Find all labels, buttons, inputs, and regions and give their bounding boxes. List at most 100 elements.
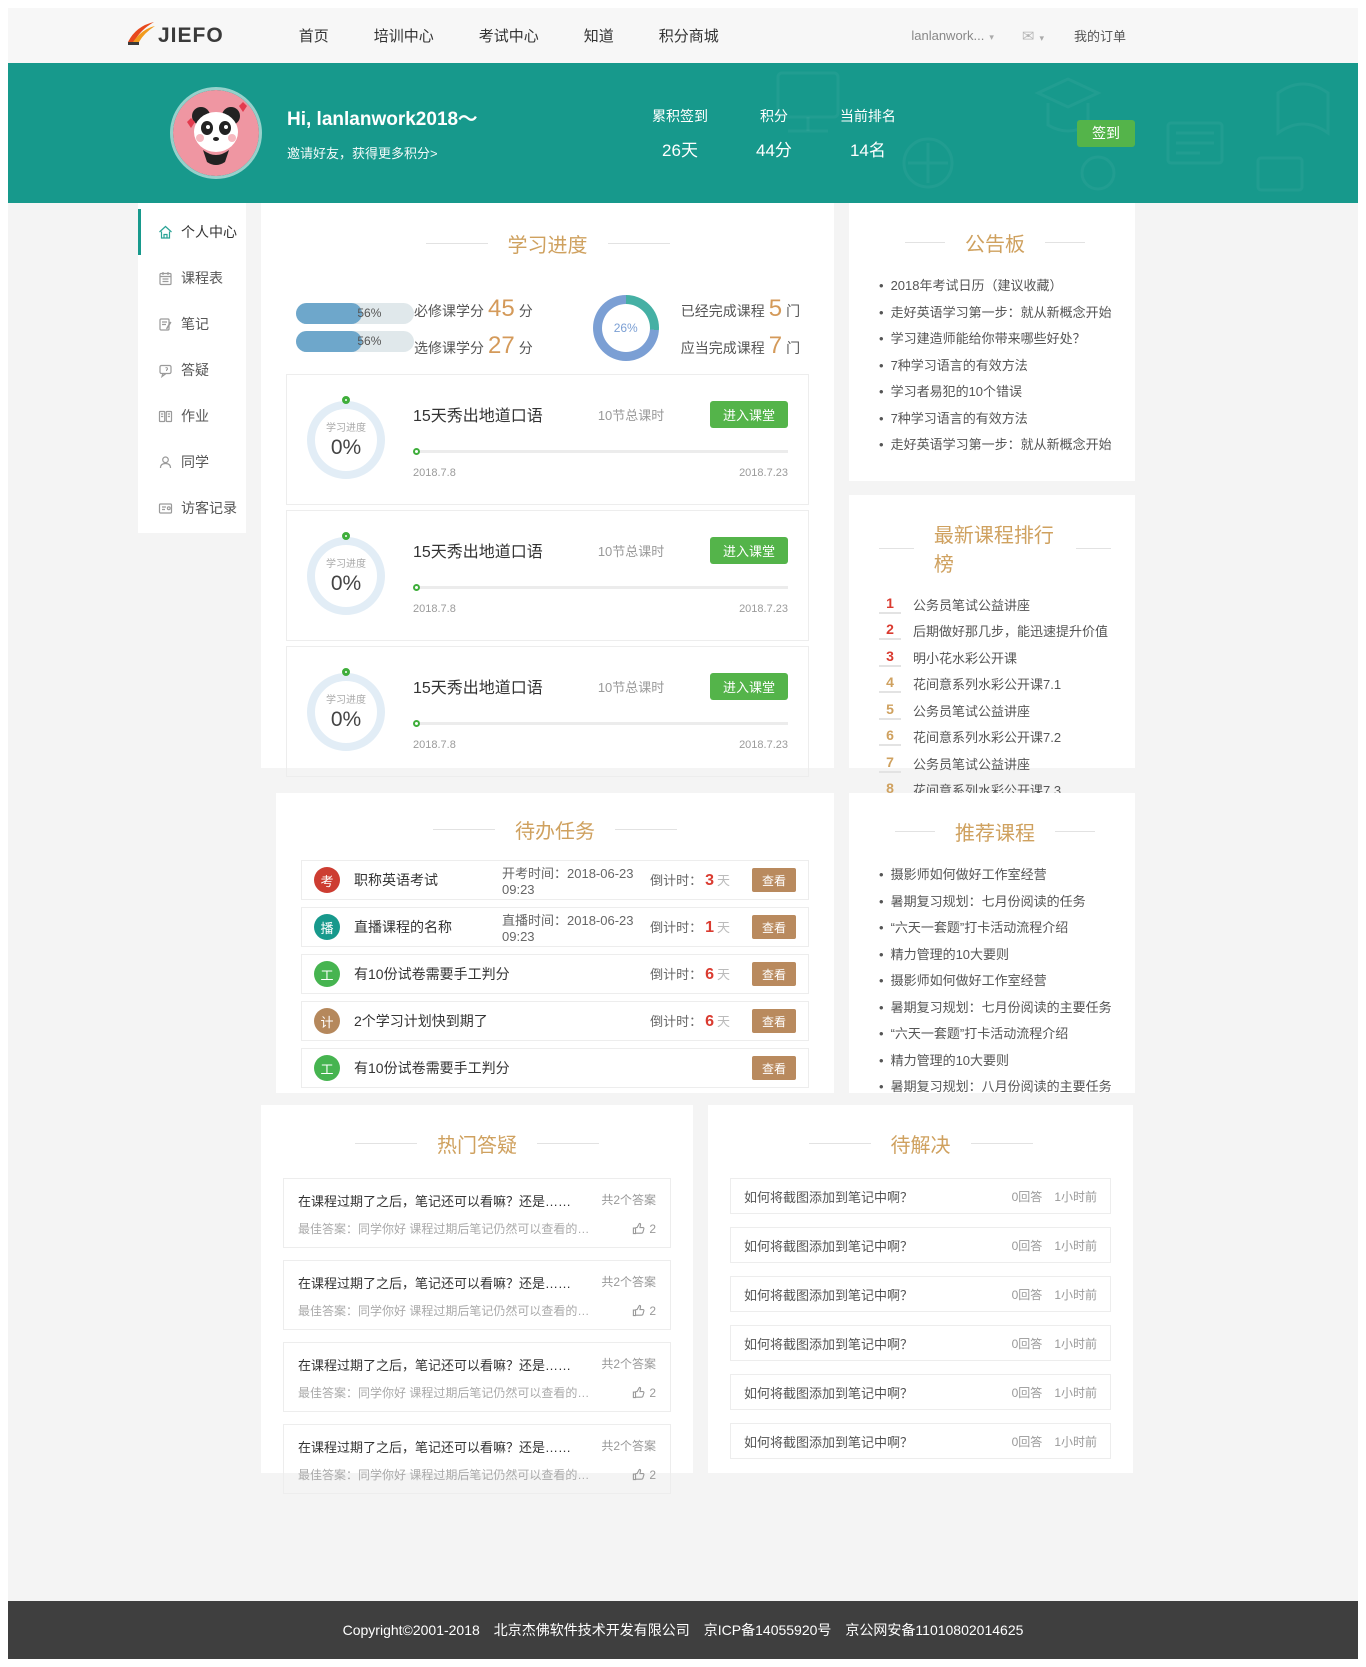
course-end-date: 2018.7.23 [739, 603, 788, 615]
recommended-item[interactable]: “六天一套题”打卡活动流程介绍 [879, 1021, 1111, 1048]
avatar[interactable] [173, 90, 259, 176]
nav-zhidao[interactable]: 知道 [584, 25, 614, 46]
view-button[interactable]: 查看 [752, 1009, 796, 1033]
section-title-announcements: 公告板 [879, 228, 1111, 257]
recommended-item[interactable]: “六天一套题”打卡活动流程介绍 [879, 915, 1111, 942]
countdown: 倒计时：6天 [650, 1011, 730, 1031]
pending-question[interactable]: 如何将截图添加到笔记中啊？ [744, 1187, 913, 1206]
section-title-recommended: 推荐课程 [879, 817, 1111, 846]
pending-question[interactable]: 如何将截图添加到笔记中啊？ [744, 1285, 913, 1304]
nav-points-mall[interactable]: 积分商城 [659, 25, 719, 46]
nav-exam-center[interactable]: 考试中心 [479, 25, 539, 46]
recommended-courses-section: 推荐课程 摄影师如何做好工作室经营 暑期复习规划：七月份阅读的任务 “六天一套题… [849, 793, 1135, 1093]
sidebar-item-notes[interactable]: 笔记 [138, 301, 246, 347]
sidebar-item-label: 作业 [181, 406, 209, 426]
main-nav: 首页 培训中心 考试中心 知道 积分商城 [299, 25, 764, 46]
course-title[interactable]: 15天秀出地道口语 [413, 538, 543, 562]
todo-row-plan: 计 2个学习计划快到期了 倒计时：6天 查看 [301, 1001, 809, 1041]
course-start-date: 2018.7.8 [413, 467, 456, 479]
pending-question[interactable]: 如何将截图添加到笔记中啊？ [744, 1383, 913, 1402]
enter-classroom-button[interactable]: 进入课堂 [710, 401, 788, 428]
elective-credit-label: 选修课学分27分 [414, 332, 533, 360]
likes[interactable]: 2 [632, 1386, 656, 1400]
qa-item: 在课程过期了之后，笔记还可以看嘛？还是……共2个答案 最佳答案：同学你好 课程过… [283, 1424, 671, 1494]
sidebar-item-schedule[interactable]: 课程表 [138, 255, 246, 301]
sidebar-item-personal-center[interactable]: 个人中心 [138, 209, 246, 255]
page: JIEFO 首页 培训中心 考试中心 知道 积分商城 lanlanwork...… [8, 8, 1358, 1659]
thumbs-up-icon [632, 1304, 645, 1317]
announcement-item[interactable]: 7种学习语言的有效方法 [879, 406, 1111, 433]
view-button[interactable]: 查看 [752, 868, 796, 892]
mail-dropdown[interactable]: ✉▾ [1022, 27, 1044, 45]
sidebar-item-label: 同学 [181, 452, 209, 472]
section-title-pending: 待解决 [730, 1129, 1111, 1158]
pending-question[interactable]: 如何将截图添加到笔记中啊？ [744, 1236, 913, 1255]
elective-credit-bar: 56% [296, 331, 414, 352]
pending-question[interactable]: 如何将截图添加到笔记中啊？ [744, 1432, 913, 1451]
section-title-learning-progress: 学习进度 [286, 229, 809, 258]
sidebar-item-qa[interactable]: 答疑 [138, 347, 246, 393]
exam-badge-icon: 考 [314, 867, 340, 893]
likes[interactable]: 2 [632, 1304, 656, 1318]
qa-question[interactable]: 在课程过期了之后，笔记还可以看嘛？还是…… [298, 1355, 571, 1374]
nav-training-center[interactable]: 培训中心 [374, 25, 434, 46]
countdown: 倒计时：6天 [650, 964, 730, 984]
recommended-item[interactable]: 精力管理的10大要则 [879, 942, 1111, 969]
announcement-item[interactable]: 7种学习语言的有效方法 [879, 353, 1111, 380]
qa-question[interactable]: 在课程过期了之后，笔记还可以看嘛？还是…… [298, 1437, 571, 1456]
grading-badge-icon: 工 [314, 961, 340, 987]
ranking-item[interactable]: 2后期做好那几步，能迅速提升价值 [879, 618, 1111, 645]
logo-text: JIEFO [158, 24, 224, 48]
recommended-item[interactable]: 摄影师如何做好工作室经营 [879, 862, 1111, 889]
course-title[interactable]: 15天秀出地道口语 [413, 674, 543, 698]
course-card: 学习进度 0% 15天秀出地道口语 10节总课时 进入课堂 2018.7.8 2… [286, 374, 809, 505]
my-orders-link[interactable]: 我的订单 [1074, 26, 1126, 45]
username-dropdown[interactable]: lanlanwork...▾ [911, 28, 994, 43]
enter-classroom-button[interactable]: 进入课堂 [710, 537, 788, 564]
sidebar: 个人中心 课程表 笔记 [138, 203, 246, 533]
ranking-item[interactable]: 3明小花水彩公开课 [879, 644, 1111, 671]
enter-classroom-button[interactable]: 进入课堂 [710, 673, 788, 700]
pending-questions-section: 待解决 如何将截图添加到笔记中啊？ 0回答1小时前 如何将截图添加到笔记中啊？ … [708, 1105, 1133, 1473]
logo[interactable]: JIEFO [126, 20, 224, 51]
recommended-item[interactable]: 精力管理的10大要则 [879, 1048, 1111, 1075]
chat-bubble-icon [158, 363, 173, 378]
announcement-item[interactable]: 学习建造师能给你带来哪些好处？ [879, 326, 1111, 353]
qa-question[interactable]: 在课程过期了之后，笔记还可以看嘛？还是…… [298, 1191, 571, 1210]
ranking-item[interactable]: 5公务员笔试公益讲座 [879, 697, 1111, 724]
countdown: 倒计时：1天 [650, 917, 730, 937]
person-icon [158, 455, 173, 470]
view-button[interactable]: 查看 [752, 915, 796, 939]
nav-home[interactable]: 首页 [299, 25, 329, 46]
ranking-item[interactable]: 6花间意系列水彩公开课7.2 [879, 724, 1111, 751]
likes[interactable]: 2 [632, 1222, 656, 1236]
sign-in-button[interactable]: 签到 [1077, 120, 1135, 147]
ranking-item[interactable]: 1公务员笔试公益讲座 [879, 591, 1111, 618]
greeting-text: Hi, lanlanwork2018～ [287, 104, 557, 131]
view-button[interactable]: 查看 [752, 962, 796, 986]
recommended-item[interactable]: 暑期复习规划：八月份阅读的主要任务 [879, 1074, 1111, 1101]
sidebar-item-visitor-log[interactable]: 访客记录 [138, 485, 246, 531]
copyright-text: Copyright©2001-2018 北京杰佛软件技术开发有限公司 京ICP备… [343, 1620, 1024, 1640]
course-title[interactable]: 15天秀出地道口语 [413, 402, 543, 426]
ranking-item[interactable]: 4花间意系列水彩公开课7.1 [879, 671, 1111, 698]
announcement-item[interactable]: 走好英语学习第一步：就从新概念开始 [879, 432, 1111, 459]
recommended-item[interactable]: 暑期复习规划：七月份阅读的主要任务 [879, 995, 1111, 1022]
sidebar-item-classmates[interactable]: 同学 [138, 439, 246, 485]
course-start-date: 2018.7.8 [413, 739, 456, 751]
announcement-item[interactable]: 2018年考试日历（建议收藏） [879, 273, 1111, 300]
recommended-item[interactable]: 摄影师如何做好工作室经营 [879, 968, 1111, 995]
ranking-item[interactable]: 7公务员笔试公益讲座 [879, 750, 1111, 777]
recommended-item[interactable]: 暑期复习规划：七月份阅读的任务 [879, 889, 1111, 916]
qa-question[interactable]: 在课程过期了之后，笔记还可以看嘛？还是…… [298, 1273, 571, 1292]
sidebar-item-homework[interactable]: 作业 [138, 393, 246, 439]
view-button[interactable]: 查看 [752, 1056, 796, 1080]
announcement-item[interactable]: 学习者易犯的10个错误 [879, 379, 1111, 406]
stat-signin-days: 累积签到 26天 [652, 106, 708, 161]
course-start-date: 2018.7.8 [413, 603, 456, 615]
likes[interactable]: 2 [632, 1468, 656, 1482]
pending-question[interactable]: 如何将截图添加到笔记中啊？ [744, 1334, 913, 1353]
invite-friends-link[interactable]: 邀请好友，获得更多积分> [287, 143, 557, 162]
visitor-record-icon [158, 501, 173, 516]
announcement-item[interactable]: 走好英语学习第一步：就从新概念开始 [879, 300, 1111, 327]
